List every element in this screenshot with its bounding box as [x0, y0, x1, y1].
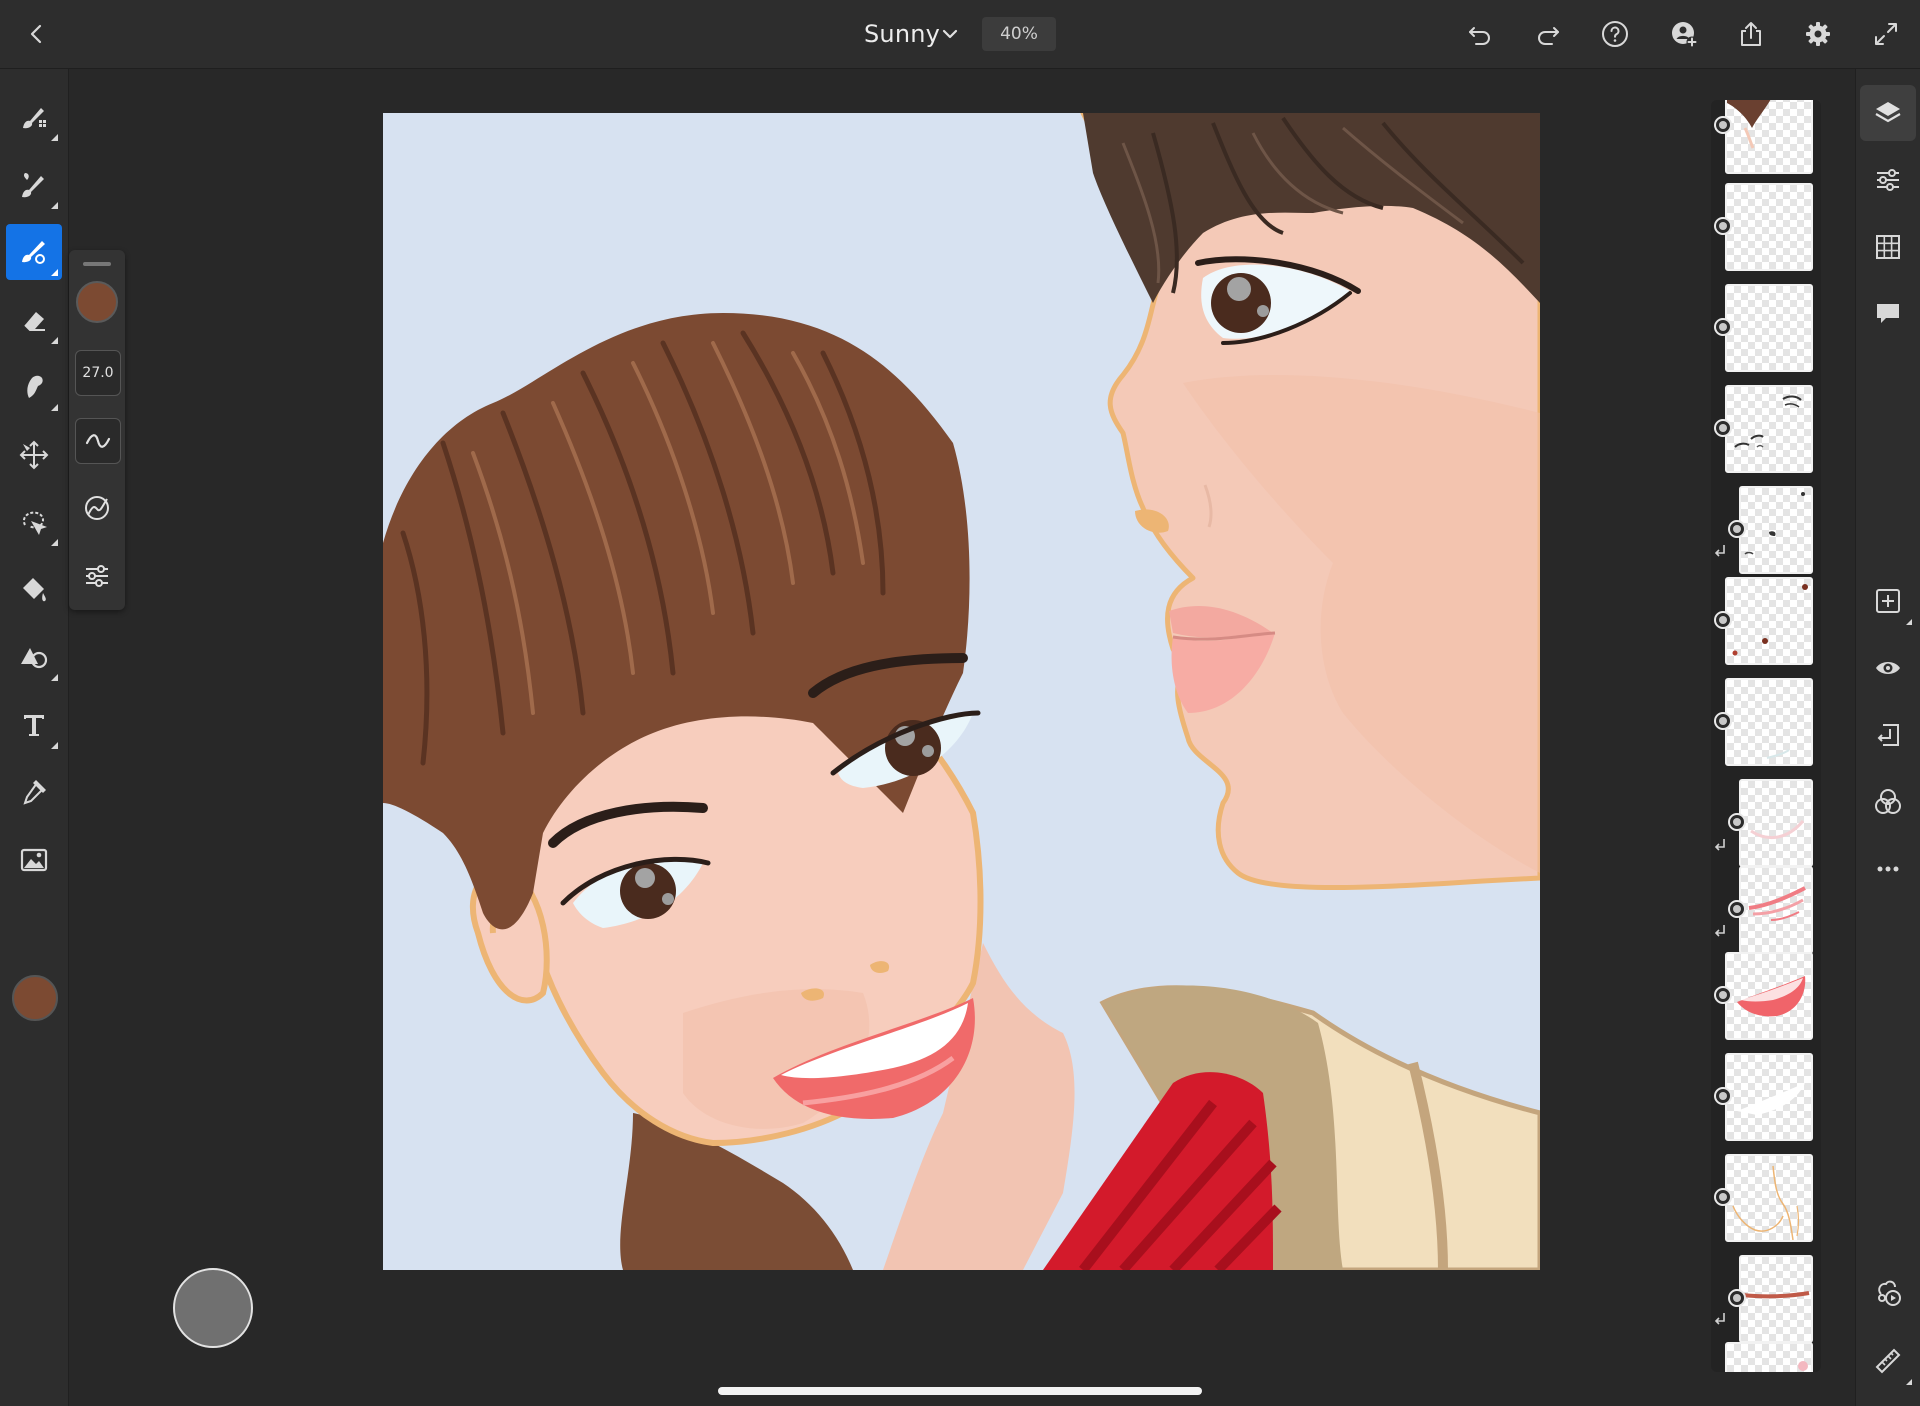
transform-move-icon[interactable]: [6, 427, 62, 483]
layer-thumbnail[interactable]: [1739, 1255, 1813, 1343]
layer-thumbnail[interactable]: [1725, 577, 1813, 665]
layers-icon[interactable]: [1860, 85, 1916, 141]
invite-user-icon[interactable]: [1662, 12, 1706, 56]
shapes-icon[interactable]: [6, 629, 62, 685]
clipping-mask-arrow-icon: [1714, 545, 1725, 557]
more-horizontal-icon[interactable]: [1860, 841, 1916, 897]
redo-icon[interactable]: [1526, 12, 1570, 56]
current-color-swatch[interactable]: [12, 975, 58, 1021]
pixel-brush-icon[interactable]: [6, 89, 62, 145]
layer-thumbnail[interactable]: [1725, 678, 1813, 766]
layer-visibility-toggle[interactable]: [1714, 986, 1732, 1004]
layer-visibility-toggle[interactable]: [1728, 813, 1746, 831]
top-bar: Sunny 40%: [0, 0, 1920, 69]
fullscreen-icon[interactable]: [1864, 12, 1908, 56]
layer-thumbnail[interactable]: [1739, 486, 1813, 574]
zoom-level[interactable]: 40%: [982, 17, 1056, 51]
sliders-icon[interactable]: [1860, 152, 1916, 208]
clipping-mask-arrow-icon: [1714, 839, 1725, 851]
layer-visibility-toggle[interactable]: [1714, 1087, 1732, 1105]
layer-visibility-toggle[interactable]: [1714, 116, 1732, 134]
eye-icon[interactable]: [1860, 640, 1916, 696]
merge-down-icon[interactable]: [1860, 707, 1916, 763]
ruler-icon[interactable]: [1860, 1333, 1916, 1389]
back-chevron-icon[interactable]: [14, 12, 58, 56]
layer-thumbnail[interactable]: [1725, 100, 1813, 174]
brush-color-swatch[interactable]: [75, 280, 119, 324]
smudge-icon[interactable]: [6, 359, 62, 415]
layer-thumbnail[interactable]: [1725, 1342, 1813, 1372]
right-toolbar: [1855, 69, 1920, 1406]
layer-thumbnail[interactable]: [1725, 385, 1813, 473]
layer-visibility-toggle[interactable]: [1714, 712, 1732, 730]
artwork-canvas[interactable]: [383, 113, 1540, 1270]
artwork-illustration: [383, 113, 1540, 1270]
add-layer-icon[interactable]: [1860, 573, 1916, 629]
comment-icon[interactable]: [1860, 286, 1916, 342]
live-brush-icon[interactable]: [6, 157, 62, 213]
layer-thumbnail[interactable]: [1725, 284, 1813, 372]
layer-thumbnail[interactable]: [1725, 1154, 1813, 1242]
layer-visibility-toggle[interactable]: [1728, 900, 1746, 918]
layers-panel[interactable]: [1711, 100, 1821, 1372]
home-indicator: [718, 1387, 1202, 1395]
paint-bucket-icon[interactable]: [6, 562, 62, 618]
eyedropper-icon[interactable]: [6, 764, 62, 820]
layer-visibility-toggle[interactable]: [1714, 419, 1732, 437]
layer-thumbnail[interactable]: [1739, 866, 1813, 954]
layer-visibility-toggle[interactable]: [1714, 1188, 1732, 1206]
timelapse-record-button[interactable]: [173, 1268, 253, 1348]
brush-options-flyout: 27.0: [69, 250, 125, 610]
brush-settings-icon[interactable]: [75, 554, 119, 598]
undo-icon[interactable]: [1458, 12, 1502, 56]
brush-size-field[interactable]: 27.0: [75, 350, 121, 396]
settings-gear-icon[interactable]: [1796, 12, 1840, 56]
layer-visibility-toggle[interactable]: [1728, 520, 1746, 538]
help-icon[interactable]: [1593, 12, 1637, 56]
blend-mode-icon[interactable]: [1860, 774, 1916, 830]
layer-visibility-toggle[interactable]: [1714, 217, 1732, 235]
eraser-icon[interactable]: [6, 292, 62, 348]
document-title[interactable]: Sunny: [864, 20, 940, 48]
chevron-down-icon[interactable]: [938, 22, 962, 46]
flyout-grip[interactable]: [83, 262, 111, 266]
timelapse-icon[interactable]: [1860, 1265, 1916, 1321]
layer-thumbnail[interactable]: [1739, 779, 1813, 867]
layer-thumbnail[interactable]: [1725, 183, 1813, 271]
clipping-mask-arrow-icon: [1714, 1313, 1725, 1325]
left-toolbar: [0, 69, 69, 1406]
share-icon[interactable]: [1729, 12, 1773, 56]
grid-icon[interactable]: [1860, 219, 1916, 275]
layer-thumbnail[interactable]: [1725, 952, 1813, 1040]
smoothing-icon[interactable]: [75, 418, 121, 464]
text-icon[interactable]: [6, 697, 62, 753]
lasso-icon[interactable]: [6, 494, 62, 550]
layer-visibility-toggle[interactable]: [1728, 1289, 1746, 1307]
layer-thumbnail[interactable]: [1725, 1053, 1813, 1141]
layer-visibility-toggle[interactable]: [1714, 611, 1732, 629]
vector-brush-icon[interactable]: [6, 224, 62, 280]
layer-visibility-toggle[interactable]: [1714, 318, 1732, 336]
image-icon[interactable]: [6, 832, 62, 888]
pressure-icon[interactable]: [75, 486, 119, 530]
clipping-mask-arrow-icon: [1714, 925, 1725, 937]
